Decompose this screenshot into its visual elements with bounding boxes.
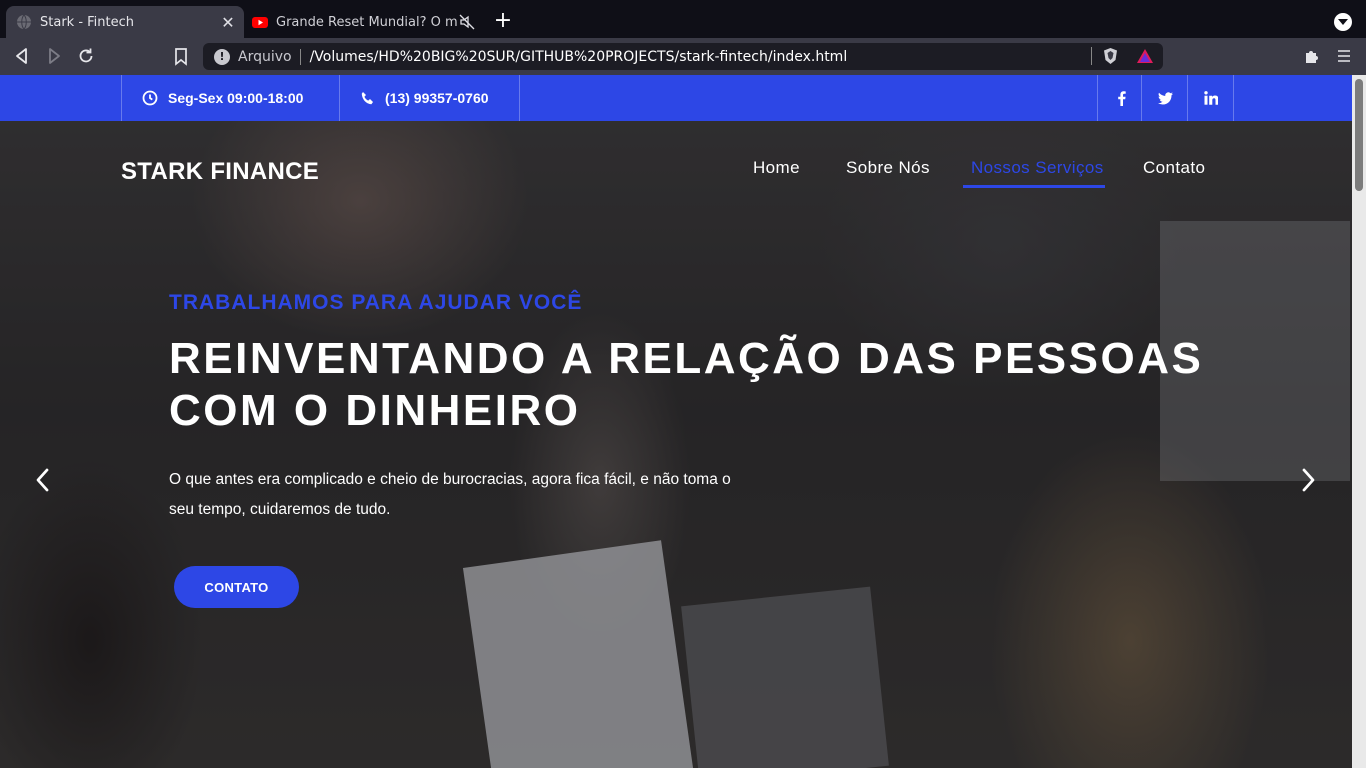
hours-text: Seg-Sex 09:00-18:00 [168,90,304,106]
contato-button[interactable]: CONTATO [174,566,299,608]
linkedin-icon[interactable] [1187,75,1234,121]
browser-tab-strip: Stark - Fintech ✕ Grande Reset Mundial? … [0,0,1366,38]
hours-info: Seg-Sex 09:00-18:00 [121,75,339,121]
hero-eyebrow: TRABALHAMOS PARA AJUDAR VOCÊ [169,291,583,314]
brave-rewards-icon[interactable] [1136,47,1154,65]
new-tab-button[interactable]: + [492,10,514,32]
brave-shields-icon[interactable] [1102,47,1119,65]
nav-sobre-nos[interactable]: Sobre Nós [846,158,930,178]
tab-youtube[interactable]: Grande Reset Mundial? O mercado [246,6,484,38]
hamburger-menu-icon[interactable] [1337,48,1351,64]
globe-icon [17,14,31,30]
scrollbar-thumb[interactable] [1355,79,1363,191]
reload-icon[interactable] [76,46,96,66]
address-divider [1091,47,1092,65]
tab-title: Grande Reset Mundial? O mercado [276,14,458,30]
address-divider [299,48,301,65]
info-icon[interactable]: ! [214,48,230,65]
twitter-icon[interactable] [1141,75,1188,121]
address-url[interactable]: /Volumes/HD%20BIG%20SUR/GITHUB%20PROJECT… [310,49,848,65]
active-nav-indicator [963,185,1105,188]
address-origin-label: Arquivo [238,48,292,65]
hero-overlay [0,121,1352,768]
phone-info: (13) 99357-0760 [339,75,520,121]
page-scrollbar[interactable] [1352,75,1366,768]
youtube-icon [252,17,268,28]
info-topbar: Seg-Sex 09:00-18:00 (13) 99357-0760 [0,75,1352,121]
tab-close-icon[interactable]: ✕ [218,13,238,32]
extensions-icon[interactable] [1303,47,1321,65]
back-icon[interactable] [12,46,32,66]
muted-speaker-icon[interactable] [458,13,476,31]
nav-nossos-servicos[interactable]: Nossos Serviços [971,158,1104,178]
forward-icon[interactable] [44,46,64,66]
tab-stark-fintech[interactable]: Stark - Fintech ✕ [6,6,244,38]
clock-icon [142,90,158,106]
carousel-next-icon[interactable] [1296,466,1320,494]
hero-headline: REINVENTANDO A RELAÇÃO DAS PESSOAS COM O… [169,333,1219,437]
phone-icon [361,91,373,104]
bookmark-icon[interactable] [171,46,191,66]
facebook-icon[interactable] [1097,75,1144,121]
hero-headline-line: REINVENTANDO A RELAÇÃO DAS PESSOAS [169,334,1204,383]
tab-title: Stark - Fintech [40,14,135,30]
hero-headline-line: COM O DINHEIRO [169,386,581,435]
hero-banner: STARK FINANCE Home Sobre Nós Nossos Serv… [0,121,1352,768]
carousel-prev-icon[interactable] [31,466,55,494]
nav-contato[interactable]: Contato [1143,158,1205,178]
page-viewport: Seg-Sex 09:00-18:00 (13) 99357-0760 STAR… [0,75,1352,768]
phone-text: (13) 99357-0760 [385,90,489,106]
hero-lead-text: O que antes era complicado e cheio de bu… [169,471,731,518]
site-logo[interactable]: STARK FINANCE [121,158,319,186]
address-bar[interactable]: ! Arquivo /Volumes/HD%20BIG%20SUR/GITHUB… [203,43,1163,70]
nav-home[interactable]: Home [753,158,800,178]
tab-search-icon[interactable] [1334,13,1352,31]
